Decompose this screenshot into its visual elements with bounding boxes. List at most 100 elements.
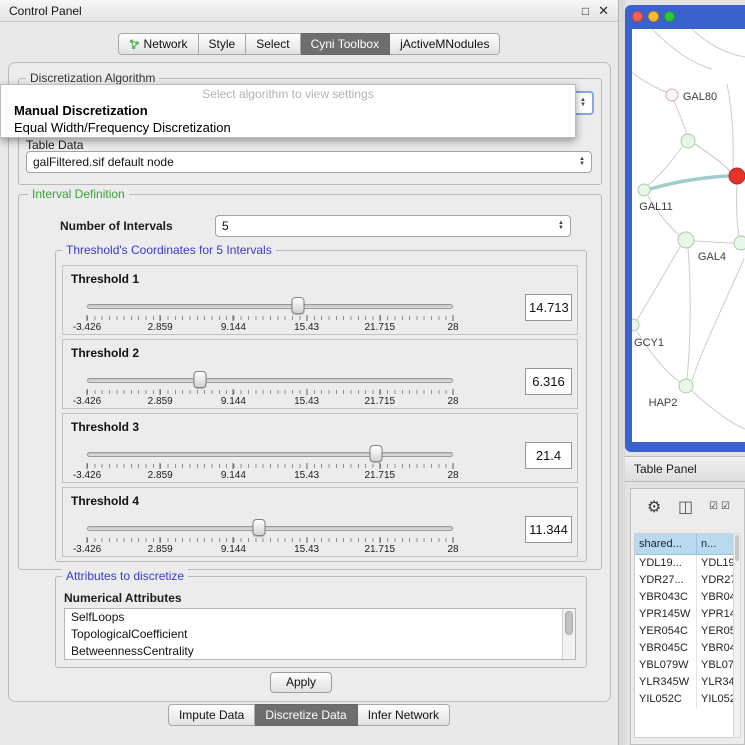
slider-thumb[interactable]: [253, 519, 266, 536]
numerical-attributes-list[interactable]: SelfLoopsTopologicalCoefficientBetweenne…: [64, 608, 576, 660]
attribute-list-item[interactable]: BetweennessCentrality: [65, 643, 575, 660]
threshold-value-field[interactable]: [525, 516, 572, 543]
combo-arrows-icon: ▲ ▼: [580, 98, 586, 108]
network-edges: [632, 29, 745, 429]
threshold-slider[interactable]: [87, 444, 453, 468]
tab-label: jActiveMNodules: [400, 37, 489, 51]
combo-arrows-icon: ▲ ▼: [579, 157, 585, 167]
slider-tick-label: 28: [447, 322, 458, 333]
tab-jactivemnodules[interactable]: jActiveMNodules: [390, 33, 500, 55]
table-row[interactable]: YLR345WYLR345W: [635, 674, 735, 691]
discretization-algorithm-group-title: Discretization Algorithm: [26, 71, 159, 85]
numerical-attributes-label: Numerical Attributes: [64, 591, 182, 605]
table-column-header[interactable]: n...: [697, 534, 735, 555]
table-data-combobox[interactable]: galFiltered.sif default node ▲ ▼: [26, 151, 592, 173]
slider-thumb[interactable]: [292, 297, 305, 314]
network-node[interactable]: [638, 184, 650, 196]
slider-tick-label: 15.43: [294, 544, 319, 555]
attribute-list-item[interactable]: TopologicalCoefficient: [65, 626, 575, 643]
slider-major-tick: [379, 315, 380, 321]
tab-discretize-data[interactable]: Discretize Data: [255, 704, 357, 726]
table-column-header[interactable]: shared...: [635, 534, 697, 555]
table-row[interactable]: YDL19...YDL19...: [635, 555, 735, 572]
threshold-panel: Threshold 1-3.4262.8599.14415.4321.71528: [62, 265, 578, 335]
algorithm-dropdown-popup: Select algorithm to view settings Manual…: [0, 84, 576, 138]
columns-icon[interactable]: ◫: [678, 497, 693, 517]
float-window-icon[interactable]: □: [582, 5, 589, 17]
scrollbar-thumb[interactable]: [735, 535, 739, 561]
slider-tick-label: -3.426: [73, 544, 101, 555]
slider-major-tick: [379, 463, 380, 469]
algorithm-option[interactable]: Equal Width/Frequency Discretization: [1, 119, 575, 136]
threshold-value-field[interactable]: [525, 294, 572, 321]
network-node[interactable]: [632, 319, 639, 331]
slider-tick-label: -3.426: [73, 470, 101, 481]
zoom-traffic-light[interactable]: [664, 11, 675, 22]
table-scrollbar[interactable]: [733, 533, 741, 738]
tab-network[interactable]: Network: [118, 33, 199, 55]
tab-select[interactable]: Select: [246, 33, 300, 55]
slider-thumb[interactable]: [370, 445, 383, 462]
table-row[interactable]: YIL052CYIL052C: [635, 691, 735, 708]
slider-track: [87, 452, 453, 457]
close-window-icon[interactable]: ✕: [598, 5, 609, 17]
slider-tick-label: 28: [447, 544, 458, 555]
select-shown-icon[interactable]: ☑: [721, 501, 730, 512]
threshold-value-field[interactable]: [525, 368, 572, 395]
algorithm-option[interactable]: Manual Discretization: [1, 102, 575, 119]
attribute-list-items: SelfLoopsTopologicalCoefficientBetweenne…: [65, 609, 575, 660]
number-of-intervals-combobox[interactable]: 5 ▲ ▼: [215, 215, 571, 237]
slider-major-tick: [306, 537, 307, 543]
slider-tick-labels: -3.4262.8599.14415.4321.71528: [87, 322, 453, 334]
table-row[interactable]: YPR145WYPR145W: [635, 606, 735, 623]
close-traffic-light[interactable]: [632, 11, 643, 22]
threshold-label: Threshold 2: [71, 346, 139, 360]
tab-style[interactable]: Style: [199, 33, 247, 55]
table-row[interactable]: YBR045CYBR045C: [635, 640, 735, 657]
table-cell: YPR145W: [635, 606, 697, 623]
thresholds-group-title: Threshold's Coordinates for 5 Intervals: [62, 243, 276, 257]
network-node-selected[interactable]: [729, 168, 745, 184]
minimize-traffic-light[interactable]: [648, 11, 659, 22]
network-node-label: GAL4: [698, 251, 726, 263]
network-graph[interactable]: GAL80GAL11GAL4GCY1HAP2: [632, 29, 745, 442]
slider-tick-label: 15.43: [294, 322, 319, 333]
tab-impute-data[interactable]: Impute Data: [168, 704, 255, 726]
table-row[interactable]: YBL079WYBL079W: [635, 657, 735, 674]
table-cell: YBR045C: [635, 640, 697, 657]
apply-button[interactable]: Apply: [270, 672, 332, 693]
tab-infer-network[interactable]: Infer Network: [358, 704, 450, 726]
network-icon: [129, 39, 140, 50]
threshold-panel: Threshold 4-3.4262.8599.14415.4321.71528: [62, 487, 578, 557]
table-row[interactable]: YDR27...YDR27...: [635, 572, 735, 589]
arrow-down-icon: ▼: [558, 226, 564, 231]
slider-tick-labels: -3.4262.8599.14415.4321.71528: [87, 470, 453, 482]
network-canvas[interactable]: GAL80GAL11GAL4GCY1HAP2: [632, 29, 745, 442]
network-node[interactable]: [681, 134, 695, 148]
slider-major-tick: [379, 389, 380, 395]
algorithm-placeholder: Select algorithm to view settings: [1, 87, 575, 102]
threshold-value-field[interactable]: [525, 442, 572, 469]
threshold-slider[interactable]: [87, 296, 453, 320]
table-row[interactable]: YBR043CYBR043C: [635, 589, 735, 606]
select-all-icon[interactable]: ☑: [709, 501, 718, 512]
network-node[interactable]: [734, 236, 745, 250]
tab-cyni-toolbox[interactable]: Cyni Toolbox: [301, 33, 390, 55]
tab-label: Cyni Toolbox: [311, 37, 379, 51]
table-cell: YER054C: [635, 623, 697, 640]
slider-tick-labels: -3.4262.8599.14415.4321.71528: [87, 544, 453, 556]
table-data-combobox-value: galFiltered.sif default node: [33, 155, 575, 169]
slider-tick-label: 2.859: [148, 544, 173, 555]
threshold-slider[interactable]: [87, 370, 453, 394]
network-node[interactable]: [666, 89, 678, 101]
scrollbar-thumb[interactable]: [565, 611, 573, 635]
network-node[interactable]: [679, 379, 693, 393]
slider-thumb[interactable]: [194, 371, 207, 388]
threshold-slider[interactable]: [87, 518, 453, 542]
network-node[interactable]: [678, 232, 694, 248]
slider-tick-label: -3.426: [73, 396, 101, 407]
gear-icon[interactable]: ⚙: [647, 497, 661, 517]
table-row[interactable]: YER054CYER054C: [635, 623, 735, 640]
attribute-list-item[interactable]: SelfLoops: [65, 609, 575, 626]
attributes-list-scrollbar[interactable]: [562, 609, 575, 659]
